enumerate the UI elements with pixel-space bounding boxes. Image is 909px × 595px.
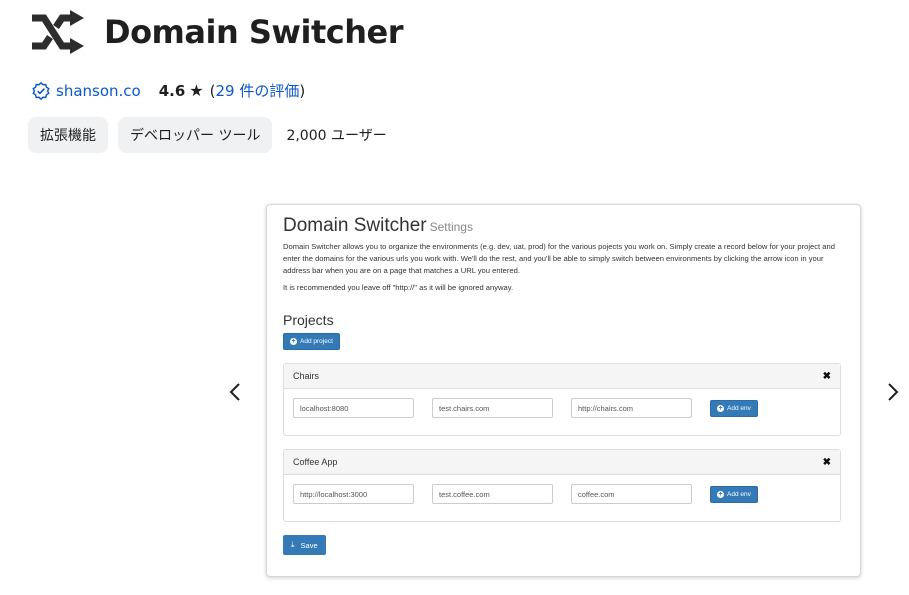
rating-value: 4.6: [158, 81, 186, 100]
save-button[interactable]: ⤓ Save: [283, 535, 326, 555]
settings-title: Domain Switcher Settings: [283, 215, 473, 236]
plus-circle-icon: +: [290, 338, 297, 345]
publisher-link[interactable]: shanson.co: [56, 82, 141, 100]
settings-description: Domain Switcher allows you to organize t…: [283, 242, 835, 275]
projects-heading: Projects: [283, 312, 334, 328]
user-count: 2,000 ユーザー: [286, 128, 387, 144]
domain-input[interactable]: [571, 484, 692, 504]
reviews-link[interactable]: 29 件の評価: [216, 82, 300, 100]
project-name: Chairs: [293, 371, 320, 381]
star-icon: ★: [189, 82, 204, 100]
plus-circle-icon: +: [717, 490, 724, 498]
add-project-button[interactable]: + Add project: [283, 333, 340, 350]
download-icon: ⤓: [291, 540, 295, 549]
chip-extension[interactable]: 拡張機能: [28, 117, 108, 153]
plus-circle-icon: +: [717, 404, 724, 412]
domain-input[interactable]: [293, 398, 414, 418]
domain-input[interactable]: [432, 398, 553, 418]
close-icon[interactable]: ✖: [823, 457, 831, 468]
extension-title: Domain Switcher: [104, 13, 403, 51]
chevron-right-icon[interactable]: [880, 380, 904, 404]
domain-input[interactable]: [571, 398, 692, 418]
shuffle-icon: [32, 10, 84, 54]
chip-developer-tools[interactable]: デベロッパー ツール: [118, 117, 273, 153]
category-chips: 拡張機能 デベロッパー ツール 2,000 ユーザー: [28, 117, 387, 153]
close-icon[interactable]: ✖: [823, 371, 831, 382]
domain-input[interactable]: [432, 484, 553, 504]
add-env-button[interactable]: + Add env: [710, 399, 758, 417]
reviews-count: (29 件の評価): [209, 82, 306, 100]
add-env-button[interactable]: + Add env: [710, 485, 758, 503]
screenshot-card: Domain Switcher Settings Domain Switcher …: [266, 204, 861, 577]
settings-note: It is recommended you leave off "http://…: [283, 283, 514, 292]
settings-subtitle: Settings: [429, 220, 473, 234]
settings-page: Domain Switcher Settings Domain Switcher …: [283, 215, 843, 555]
project-name: Coffee App: [293, 457, 338, 467]
chevron-left-icon[interactable]: [224, 380, 248, 404]
extension-header: Domain Switcher: [30, 10, 403, 54]
project-panel: Coffee App ✖ +Add env: [283, 449, 841, 522]
domain-input[interactable]: [293, 484, 414, 504]
project-panel: Chairs ✖ +Add env: [283, 363, 841, 436]
verified-badge-icon: [32, 81, 50, 100]
extension-meta: shanson.co 4.6 ★ (29 件の評価): [32, 80, 305, 101]
